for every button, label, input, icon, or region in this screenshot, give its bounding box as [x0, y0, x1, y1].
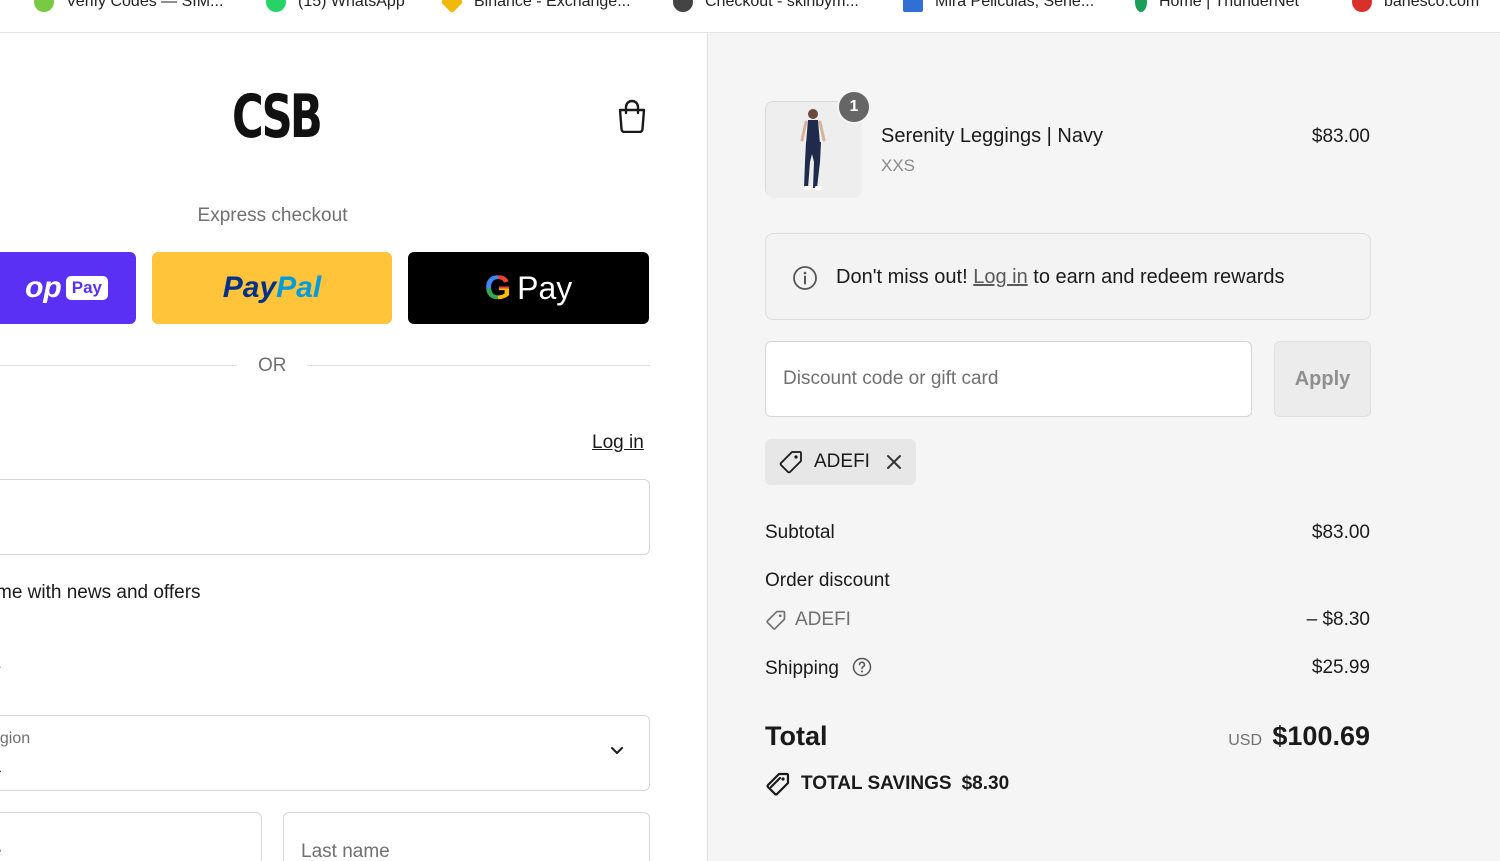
order-discount-code-row: ADEFI	[765, 609, 851, 631]
bookmark-checkout[interactable]: Checkout - skinbym...	[673, 0, 859, 13]
binance-icon	[440, 0, 464, 14]
order-discount-label: Order discount	[765, 570, 890, 591]
paypal-button[interactable]: Pay Pal	[152, 252, 392, 324]
bookmark-label: banesco.com	[1384, 0, 1480, 10]
subtotal-label: Subtotal	[765, 522, 835, 543]
total-savings-row: TOTAL SAVINGS $8.30	[765, 771, 1009, 797]
product-name: Serenity Leggings | Navy	[881, 125, 1103, 147]
shipping-label: Shipping	[765, 658, 839, 679]
country-label: egion	[0, 730, 31, 747]
total-label: Total	[765, 721, 828, 751]
info-icon	[793, 266, 817, 290]
bookmark-whatsapp[interactable]: (15) WhatsApp	[266, 0, 405, 13]
email-field[interactable]	[0, 479, 650, 555]
store-logo[interactable]: CSB	[232, 85, 323, 149]
google-pay-button[interactable]: G Pay	[408, 252, 649, 324]
bookmark-thundernet[interactable]: Home | ThunderNet	[1135, 0, 1299, 13]
shop-pay-button[interactable]: op Pay	[0, 252, 136, 324]
delivery-heading: /	[0, 663, 1, 691]
verify-codes-icon	[34, 0, 54, 12]
last-name-field[interactable]: Last name	[283, 812, 650, 861]
apply-discount-button[interactable]: Apply	[1274, 341, 1371, 417]
applied-discount-chip: ADEFI	[765, 439, 916, 485]
express-checkout-label: Express checkout	[197, 205, 348, 226]
rewards-suffix: to earn and redeem rewards	[1033, 266, 1285, 288]
shipping-row-label: Shipping	[765, 657, 872, 680]
total-currency: USD	[1228, 732, 1262, 749]
checkout-form-column: CSB Express checkout op Pay Pay Pal G Pay…	[0, 33, 707, 861]
bookmark-label: Home | ThunderNet	[1159, 0, 1299, 10]
newsletter-checkbox-label[interactable]: me with news and offers	[0, 582, 201, 604]
rewards-banner: Don't miss out! Log in to earn and redee…	[765, 233, 1371, 320]
google-g-icon: G	[484, 268, 512, 307]
paypal-logo-part2: Pal	[276, 271, 322, 304]
rewards-prefix: Don't miss out!	[836, 266, 968, 288]
remove-discount-close-icon[interactable]	[885, 453, 903, 471]
country-value: a	[0, 756, 1, 777]
order-discount-value: – $8.30	[1306, 609, 1370, 630]
quantity-badge: 1	[837, 90, 871, 124]
country-region-select[interactable]: egion a	[0, 715, 650, 791]
discount-code-input[interactable]	[765, 341, 1252, 417]
total-savings-value: $8.30	[961, 773, 1010, 794]
banesco-icon	[1352, 0, 1372, 12]
last-name-placeholder: Last name	[301, 841, 390, 861]
chevron-down-icon	[611, 747, 623, 754]
shop-pay-pill: Pay	[65, 276, 108, 300]
tag-icon	[779, 451, 802, 474]
bookmark-mira[interactable]: Mira Peliculas, Serie...	[903, 0, 1094, 13]
bookmark-label: Binance - Exchange...	[474, 0, 631, 10]
shopping-bag-icon[interactable]	[616, 99, 648, 133]
bookmark-label: Checkout - skinbym...	[705, 0, 859, 10]
product-variant: XXS	[881, 156, 916, 175]
bookmark-banesco[interactable]: banesco.com	[1352, 0, 1479, 13]
rewards-login-link[interactable]: Log in	[973, 266, 1028, 288]
rewards-message: Don't miss out! Log in to earn and redee…	[836, 266, 1285, 289]
divider-line-right	[307, 365, 650, 366]
google-pay-text: Pay	[517, 269, 573, 306]
total-value: $100.69	[1272, 721, 1370, 751]
login-link[interactable]: Log in	[592, 432, 644, 454]
total-savings-label: TOTAL SAVINGS	[801, 773, 952, 794]
product-price: $83.00	[1311, 126, 1370, 147]
applied-discount-code: ADEFI	[814, 451, 870, 472]
thundernet-icon	[1135, 0, 1147, 12]
bookmark-verify-codes[interactable]: Verify Codes — SIM...	[34, 0, 223, 13]
whatsapp-icon	[266, 0, 286, 12]
divider-line-left	[0, 365, 237, 366]
paypal-logo-part1: Pay	[222, 271, 277, 304]
mira-icon	[903, 0, 923, 12]
bookmark-label: (15) WhatsApp	[298, 0, 405, 10]
first-name-placeholder: e	[0, 841, 2, 861]
question-help-icon[interactable]	[852, 657, 872, 677]
bookmarks-bar: Verify Codes — SIM... (15) WhatsApp Bina…	[0, 0, 1500, 33]
or-divider: OR	[258, 355, 287, 376]
contact-heading: :	[0, 429, 1, 455]
bookmark-label: Mira Peliculas, Serie...	[935, 0, 1095, 10]
savings-tag-icon	[766, 772, 790, 796]
first-name-field[interactable]: e	[0, 812, 262, 861]
shipping-value: $25.99	[1311, 657, 1370, 678]
shop-pay-text: op	[25, 271, 62, 304]
subtotal-value: $83.00	[1311, 522, 1370, 543]
bookmark-binance[interactable]: Binance - Exchange...	[440, 0, 631, 14]
globe-icon	[673, 0, 693, 12]
tag-icon	[766, 610, 786, 630]
order-discount-code: ADEFI	[795, 609, 851, 630]
bookmark-label: Verify Codes — SIM...	[66, 0, 224, 10]
order-summary-column: 1 Serenity Leggings | Navy XXS $83.00 Do…	[707, 33, 1500, 861]
